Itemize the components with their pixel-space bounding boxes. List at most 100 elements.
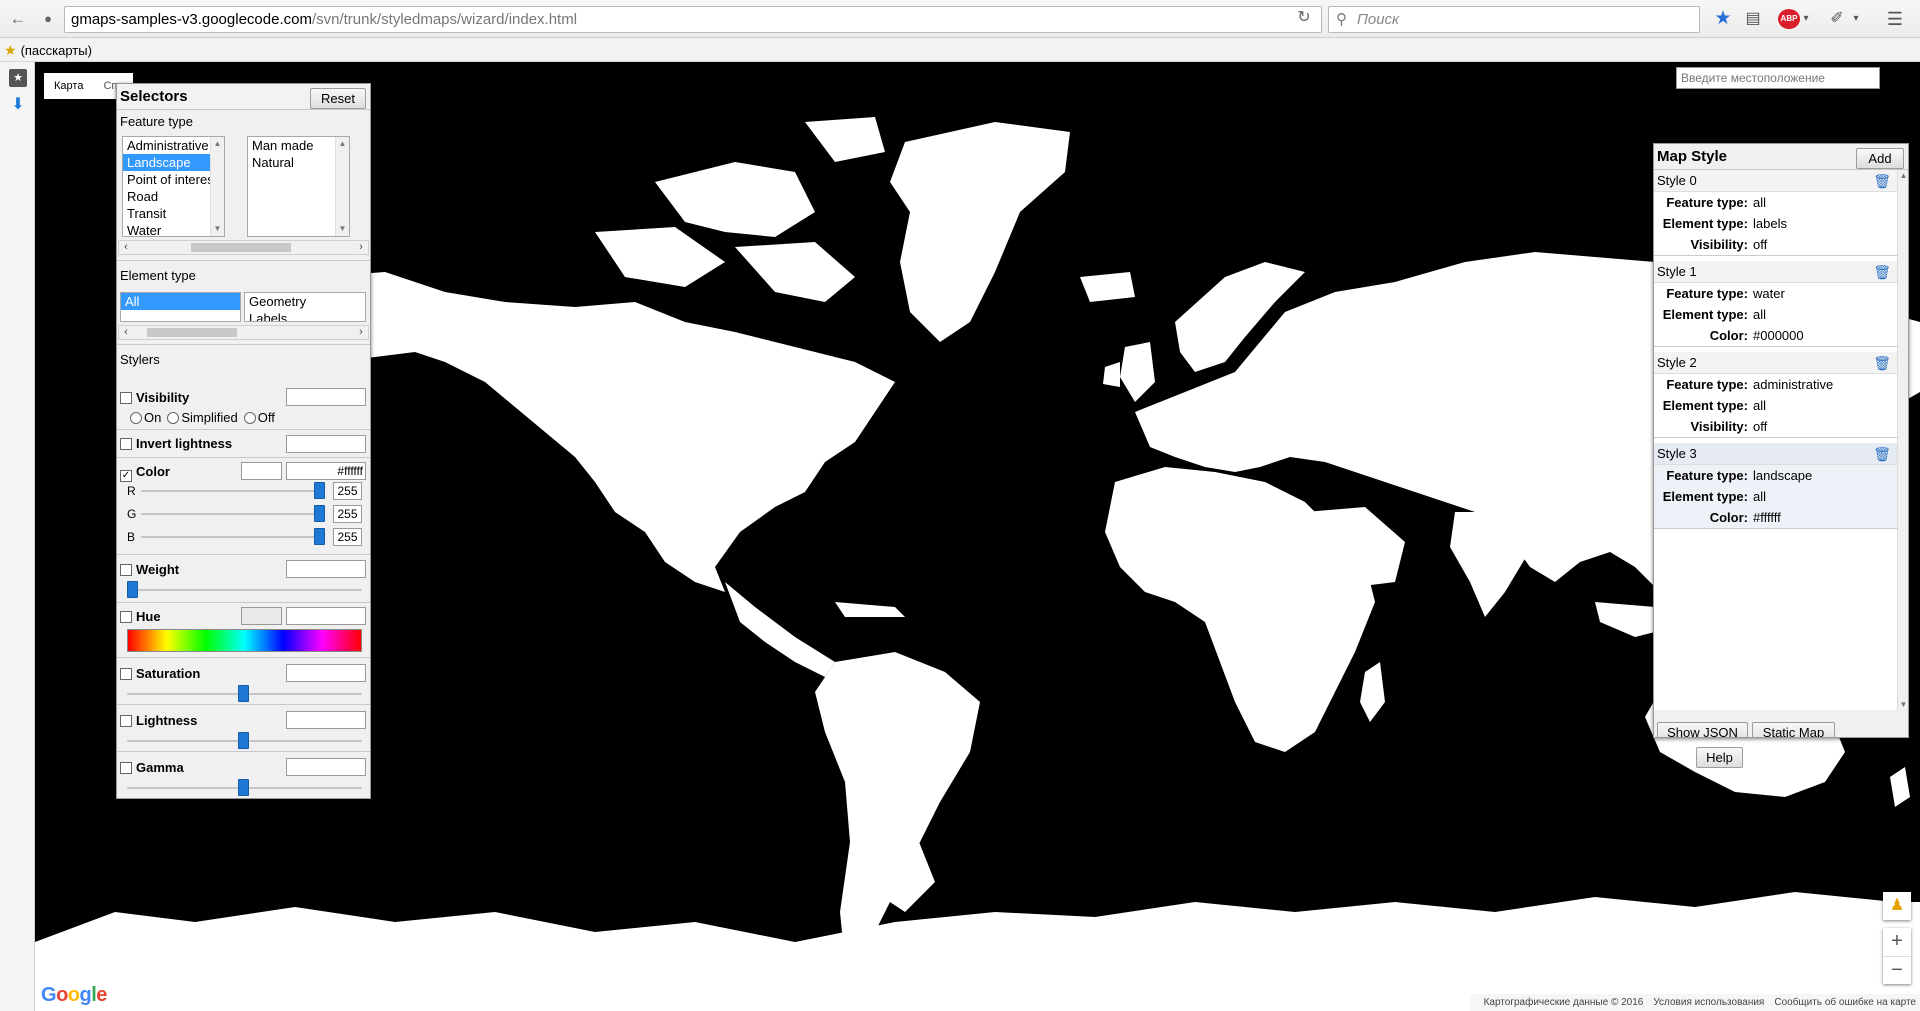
report-error-link[interactable]: Сообщить об ошибке на карте — [1774, 997, 1916, 1008]
color-value-input[interactable]: #ffffff — [286, 462, 366, 480]
list-item[interactable]: Transit — [123, 205, 224, 222]
bookmark-panel-icon[interactable]: ★ — [9, 69, 27, 87]
feature-horizontal-scrollbar[interactable]: ‹ › — [118, 240, 369, 255]
reset-button[interactable]: Reset — [310, 88, 366, 109]
red-slider-track[interactable] — [141, 490, 321, 492]
visibility-checkbox[interactable] — [120, 392, 132, 404]
blue-value[interactable]: 255 — [333, 528, 362, 546]
trash-icon[interactable]: 🗑 — [1873, 445, 1891, 463]
reload-icon[interactable]: ↻ — [1292, 7, 1316, 29]
list-scrollbar[interactable]: ▲ ▼ — [210, 137, 224, 236]
radio-off[interactable] — [243, 412, 256, 424]
element-subtype-list[interactable]: Geometry Labels — [244, 292, 366, 322]
gamma-checkbox[interactable] — [120, 762, 132, 774]
location-input[interactable]: Введите местоположение — [1676, 67, 1880, 89]
trash-icon[interactable]: 🗑 — [1873, 263, 1891, 281]
green-value[interactable]: 255 — [333, 505, 362, 523]
terms-link[interactable]: Условия использования — [1653, 997, 1764, 1008]
show-json-button[interactable]: Show JSON — [1657, 722, 1748, 737]
color-swatch[interactable] — [241, 462, 282, 480]
hue-checkbox[interactable] — [120, 611, 132, 623]
saturation-checkbox[interactable] — [120, 668, 132, 680]
help-button[interactable]: Help — [1696, 747, 1743, 768]
lightness-checkbox[interactable] — [120, 715, 132, 727]
list-item[interactable]: Man made — [248, 137, 349, 154]
zoom-in-button[interactable]: + — [1883, 928, 1911, 956]
scroll-thumb[interactable] — [191, 243, 291, 252]
list-item[interactable]: All — [121, 293, 240, 310]
lightness-field[interactable] — [286, 711, 366, 729]
scroll-up-icon[interactable]: ▲ — [1898, 171, 1908, 180]
weight-slider-handle[interactable] — [127, 581, 138, 598]
bookmark-item[interactable]: ★ (пасскарты) — [4, 38, 92, 63]
weight-slider-track[interactable] — [127, 589, 362, 591]
visibility-field[interactable] — [286, 388, 366, 406]
menu-icon[interactable]: ☰ — [1884, 8, 1906, 30]
list-item[interactable]: Natural — [248, 154, 349, 171]
style-card[interactable]: Style 2 🗑 Feature type: administrative Ele… — [1654, 352, 1897, 438]
list-item[interactable]: Road — [123, 188, 224, 205]
saturation-field[interactable] — [286, 664, 366, 682]
lightness-slider-handle[interactable] — [238, 732, 249, 749]
address-bar[interactable]: gmaps-samples-v3.googlecode.com/svn/trun… — [64, 6, 1322, 33]
weight-field[interactable] — [286, 560, 366, 578]
feature-type-list[interactable]: Administrative Landscape Point of intere… — [122, 136, 225, 237]
extension-icon[interactable]: ✐ — [1826, 8, 1848, 30]
blue-slider-track[interactable] — [141, 536, 321, 538]
list-item[interactable]: Water — [123, 222, 224, 236]
bookmark-star-icon[interactable]: ★ — [1712, 8, 1734, 30]
invert-lightness-checkbox[interactable] — [120, 438, 132, 450]
weight-checkbox[interactable] — [120, 564, 132, 576]
element-type-list[interactable]: All — [120, 292, 241, 322]
hue-swatch[interactable] — [241, 607, 282, 625]
add-style-button[interactable]: Add — [1856, 148, 1904, 169]
list-item[interactable]: Geometry — [245, 293, 365, 310]
radio-on[interactable] — [130, 412, 142, 424]
download-icon[interactable]: ⬇ — [9, 96, 27, 114]
green-slider-handle[interactable] — [314, 505, 325, 522]
scroll-down-icon[interactable]: ▼ — [211, 223, 224, 235]
color-checkbox[interactable]: ✓ — [120, 470, 132, 482]
style-card-selected[interactable]: Style 3 🗑 Feature type: landscape Element … — [1654, 443, 1897, 529]
scroll-up-icon[interactable]: ▲ — [211, 138, 224, 150]
style-card[interactable]: Style 0 🗑 Feature type: all Element type: l… — [1654, 170, 1897, 256]
trash-icon[interactable]: 🗑 — [1873, 172, 1891, 190]
scroll-thumb[interactable] — [147, 328, 237, 337]
scroll-left-icon[interactable]: ‹ — [119, 326, 133, 339]
list-item[interactable]: Labels — [245, 310, 365, 321]
adblock-icon[interactable]: ABP — [1778, 9, 1800, 29]
style-list-scrollbar[interactable]: ▲ ▼ — [1897, 170, 1908, 710]
element-horizontal-scrollbar[interactable]: ‹ › — [118, 325, 369, 340]
scroll-down-icon[interactable]: ▼ — [1898, 700, 1908, 709]
list-scrollbar[interactable]: ▲ ▼ — [335, 137, 349, 236]
invert-lightness-field[interactable] — [286, 435, 366, 453]
saturation-slider-handle[interactable] — [238, 685, 249, 702]
static-map-button[interactable]: Static Map — [1752, 722, 1835, 737]
chevron-down-icon[interactable]: ▾ — [1850, 8, 1862, 30]
green-slider-track[interactable] — [141, 513, 321, 515]
pegman-icon[interactable]: ♟ — [1883, 892, 1911, 920]
red-value[interactable]: 255 — [333, 482, 362, 500]
zoom-out-button[interactable]: − — [1883, 956, 1911, 984]
feature-subtype-list[interactable]: Man made Natural ▲ ▼ — [247, 136, 350, 237]
style-card[interactable]: Style 1 🗑 Feature type: water Element type… — [1654, 261, 1897, 347]
scroll-down-icon[interactable]: ▼ — [336, 223, 349, 235]
scroll-right-icon[interactable]: › — [354, 241, 368, 254]
trash-icon[interactable]: 🗑 — [1873, 354, 1891, 372]
gamma-field[interactable] — [286, 758, 366, 776]
tab-map[interactable]: Карта — [44, 73, 93, 99]
blue-slider-handle[interactable] — [314, 528, 325, 545]
list-item[interactable]: Administrative — [123, 137, 224, 154]
scroll-up-icon[interactable]: ▲ — [336, 138, 349, 150]
hue-field[interactable] — [286, 607, 366, 625]
hue-spectrum-bar[interactable] — [127, 629, 362, 652]
chevron-down-icon[interactable]: ▾ — [1800, 8, 1812, 30]
back-icon[interactable]: ← — [6, 8, 30, 30]
bookmarks-menu-icon[interactable]: ▤ — [1742, 8, 1764, 30]
scroll-left-icon[interactable]: ‹ — [119, 241, 133, 254]
search-input[interactable]: ⚲ Поиск — [1328, 6, 1700, 33]
radio-simplified[interactable] — [167, 412, 180, 424]
site-info-icon[interactable]: ● — [36, 8, 60, 30]
list-item[interactable]: Landscape — [123, 154, 224, 171]
gamma-slider-handle[interactable] — [238, 779, 249, 796]
